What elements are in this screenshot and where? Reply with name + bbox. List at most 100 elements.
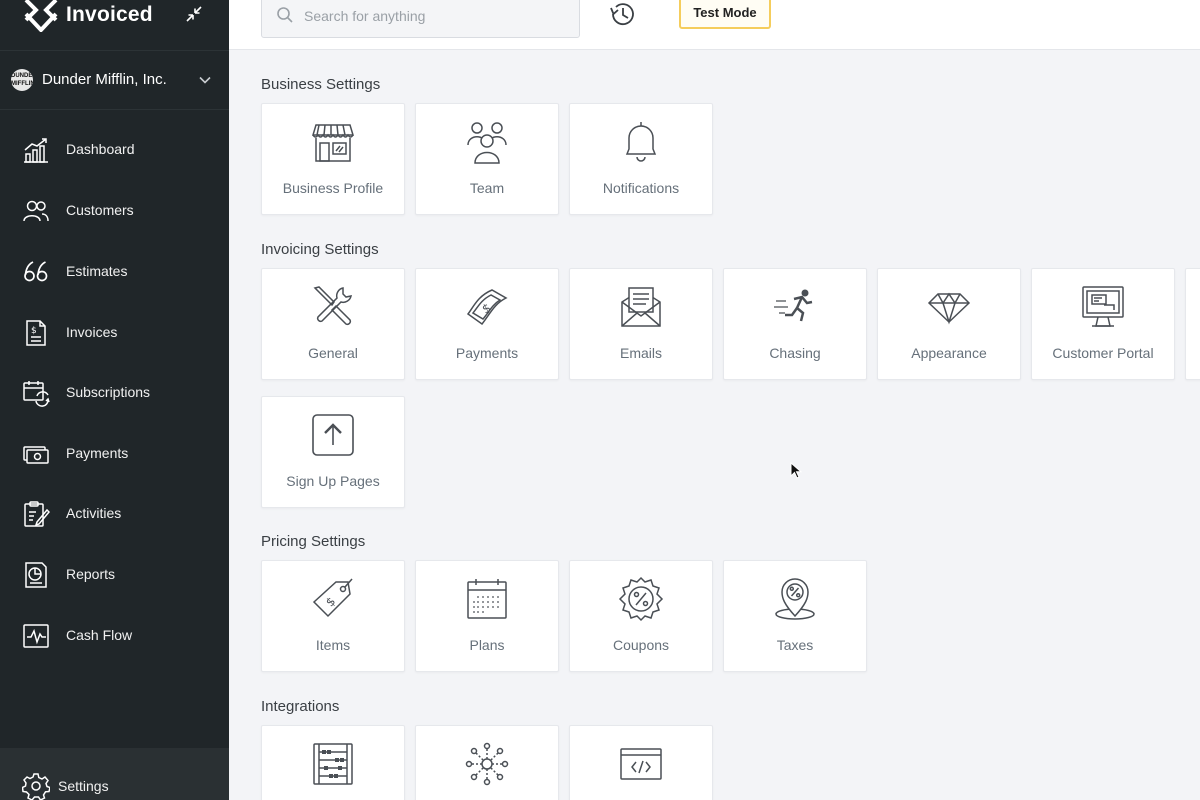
- nav-item-payments[interactable]: Payments: [0, 430, 229, 478]
- test-mode-badge[interactable]: Test Mode: [679, 0, 771, 29]
- card-label: Items: [315, 637, 351, 653]
- card-label: Taxes: [776, 637, 814, 653]
- company-name: Dunder Mifflin, Inc.: [42, 71, 167, 88]
- card-invoicing-overflow[interactable]: [1185, 268, 1200, 380]
- nav-item-customers[interactable]: Customers: [0, 187, 229, 235]
- chevron-down-icon: [199, 76, 211, 84]
- storefront-icon: [311, 124, 355, 162]
- card-label: General: [308, 345, 358, 361]
- monitor-icon: [1082, 286, 1124, 327]
- card-customer-portal[interactable]: Customer Portal: [1031, 268, 1175, 380]
- company-avatar-text: DUNDER MIFFLIN: [11, 73, 33, 87]
- envelope-icon: [621, 287, 661, 327]
- invoices-icon: $: [26, 320, 46, 346]
- tax-pin-icon: [775, 578, 815, 620]
- card-appearance[interactable]: Appearance: [877, 268, 1021, 380]
- card-integration-code[interactable]: [569, 725, 713, 800]
- section-title-pricing: Pricing Settings: [261, 533, 366, 550]
- card-label: Business Profile: [282, 180, 384, 196]
- card-taxes[interactable]: Taxes: [723, 560, 867, 672]
- card-payments[interactable]: $ Payments: [415, 268, 559, 380]
- svg-text:$: $: [31, 326, 37, 336]
- collapse-icon[interactable]: [184, 4, 204, 24]
- estimates-icon: [24, 261, 48, 282]
- mouse-cursor-icon: [790, 462, 802, 479]
- card-label: Customer Portal: [1052, 345, 1154, 361]
- money-icon: $: [466, 289, 508, 326]
- card-integration-abacus[interactable]: [261, 725, 405, 800]
- card-label: Appearance: [911, 345, 987, 361]
- section-title-invoicing: Invoicing Settings: [261, 241, 379, 258]
- activities-icon: [24, 501, 50, 527]
- customers-icon: [23, 200, 49, 222]
- card-items[interactable]: $ Items: [261, 560, 405, 672]
- brand-name: Invoiced: [66, 3, 153, 26]
- bell-icon: [625, 122, 657, 162]
- invoiced-logo-icon: [24, 0, 58, 32]
- nav-label: Dashboard: [66, 141, 135, 157]
- dashboard-icon: [24, 138, 48, 163]
- nav-label: Settings: [58, 778, 109, 794]
- card-label: Sign Up Pages: [286, 473, 380, 489]
- code-window-icon: [620, 748, 662, 780]
- company-switcher[interactable]: DUNDER MIFFLIN Dunder Mifflin, Inc.: [0, 50, 229, 110]
- card-general[interactable]: General: [261, 268, 405, 380]
- card-integration-network[interactable]: [415, 725, 559, 800]
- calendar-icon: [467, 579, 507, 619]
- card-sign-up-pages[interactable]: Sign Up Pages: [261, 396, 405, 508]
- card-label: Plans: [469, 637, 505, 653]
- nav-label: Subscriptions: [66, 384, 151, 400]
- cash-flow-icon: [23, 624, 49, 648]
- section-title-integrations: Integrations: [261, 698, 340, 715]
- team-icon: [467, 122, 507, 164]
- search-input[interactable]: [304, 3, 564, 29]
- card-label: Payments: [455, 345, 519, 361]
- search-icon: [277, 7, 293, 23]
- nav-item-invoices[interactable]: $ Invoices: [0, 309, 229, 357]
- company-avatar: DUNDER MIFFLIN: [11, 69, 33, 91]
- card-chasing[interactable]: Chasing: [723, 268, 867, 380]
- tools-icon: [313, 286, 352, 326]
- nav-label: Reports: [66, 566, 116, 582]
- nav-item-settings[interactable]: Settings: [0, 748, 229, 800]
- nav-label: Payments: [66, 445, 129, 461]
- card-label: Emails: [619, 345, 662, 361]
- settings-main: Business Settings Business Profile Team …: [229, 50, 1200, 800]
- card-notifications[interactable]: Notifications: [569, 103, 713, 215]
- diamond-icon: [927, 292, 971, 325]
- nav-label: Activities: [66, 505, 122, 521]
- network-icon: [465, 742, 509, 786]
- section-title-business: Business Settings: [261, 76, 381, 93]
- card-plans[interactable]: Plans: [415, 560, 559, 672]
- abacus-icon: [313, 743, 353, 785]
- card-label: Notifications: [602, 180, 680, 196]
- nav-item-activities[interactable]: Activities: [0, 490, 229, 538]
- nav-item-reports[interactable]: Reports: [0, 551, 229, 599]
- nav-item-cash-flow[interactable]: Cash Flow: [0, 612, 229, 660]
- history-icon[interactable]: [607, 0, 637, 28]
- reports-icon: [25, 562, 47, 588]
- nav-item-subscriptions[interactable]: Subscriptions: [0, 369, 229, 417]
- card-coupons[interactable]: Coupons: [569, 560, 713, 672]
- card-label: Team: [469, 180, 505, 196]
- card-emails[interactable]: Emails: [569, 268, 713, 380]
- coupon-badge-icon: [618, 576, 664, 622]
- card-business-profile[interactable]: Business Profile: [261, 103, 405, 215]
- gear-icon: [22, 773, 50, 800]
- brand: Invoiced: [0, 0, 229, 50]
- nav-label: Estimates: [66, 263, 128, 279]
- topbar: Test Mode: [229, 0, 1200, 50]
- nav-item-dashboard[interactable]: Dashboard: [0, 126, 229, 174]
- upload-icon: [312, 414, 354, 456]
- price-tag-icon: $: [312, 578, 353, 618]
- card-team[interactable]: Team: [415, 103, 559, 215]
- search-box: [261, 0, 580, 38]
- nav-label: Invoices: [66, 324, 118, 340]
- nav-label: Cash Flow: [66, 627, 133, 643]
- nav-item-estimates[interactable]: Estimates: [0, 248, 229, 296]
- runner-icon: [774, 289, 813, 322]
- subscriptions-icon: [23, 381, 50, 407]
- card-label: Chasing: [769, 345, 821, 361]
- payments-icon: [23, 446, 49, 464]
- nav-label: Customers: [66, 202, 134, 218]
